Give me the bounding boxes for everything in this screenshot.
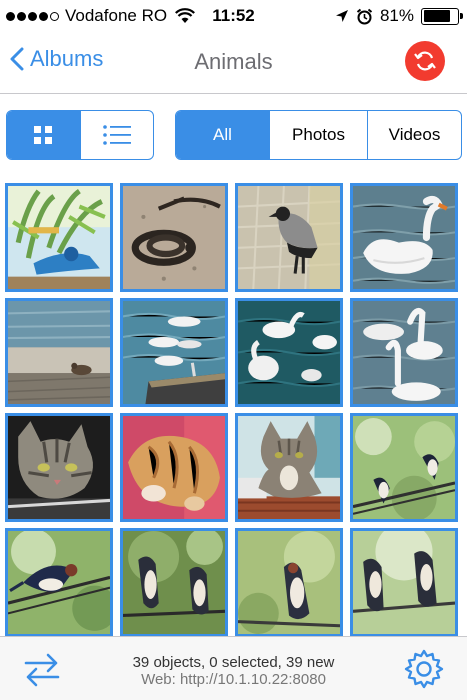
object-count-text: 39 objects, 0 selected, 39 new [132,654,335,671]
photo-thumbnail[interactable] [120,528,228,637]
swallows-branch-icon [123,531,225,634]
photo-thumbnail[interactable] [350,528,458,637]
photo-thumbnail[interactable] [350,298,458,407]
battery-level-fill [423,10,451,22]
list-view-button[interactable] [79,111,154,159]
photo-thumbnail[interactable] [120,298,228,407]
swans-water-icon [238,301,340,404]
refresh-icon [414,51,436,71]
swans-pair-icon [353,301,455,404]
alarm-clock-icon [356,8,373,24]
snake-icon [123,186,225,289]
signal-strength-icon [6,11,59,21]
photo-thumbnail[interactable] [235,183,343,292]
seagulls-boat-icon [123,301,225,404]
photo-thumbnail[interactable] [350,413,458,522]
chevron-left-icon [10,47,24,71]
back-button-label: Albums [30,46,104,71]
back-button[interactable]: Albums [10,46,103,72]
status-right: 81% [335,6,463,26]
transfer-arrows-icon[interactable] [22,649,62,689]
status-left: Vodafone RO [6,6,196,26]
grid-view-button[interactable] [7,111,80,159]
crow-icon [238,186,340,289]
bird-pier-icon [8,301,110,404]
carrier-name: Vodafone RO [65,6,168,25]
swallow-perched-icon [238,531,340,634]
photo-thumbnail[interactable] [5,413,113,522]
wifi-icon [175,8,196,23]
parrot-branch-icon [8,186,110,289]
battery-icon [421,7,463,25]
cat-sitting-icon [238,416,340,519]
status-bar: Vodafone RO 11:52 81% [0,0,467,32]
status-summary: 39 objects, 0 selected, 39 new Web: http… [0,654,467,688]
web-address-text: Web: http://10.1.10.22:8080 [141,671,326,688]
photo-grid [5,183,463,637]
filter-all-button[interactable]: All [176,111,269,159]
swallows-wire-icon [353,416,455,519]
grid-icon [34,126,53,144]
filter-control: All Photos Videos [175,110,462,160]
view-mode-control [6,110,154,160]
sync-button[interactable] [405,41,445,81]
gear-icon[interactable] [403,648,445,690]
photo-thumbnail[interactable] [235,298,343,407]
filter-videos-button[interactable]: Videos [367,111,461,159]
navigation-bar: Albums Animals [0,32,467,94]
tabby-cat-icon [8,416,110,519]
filter-photos-button[interactable]: Photos [269,111,367,159]
photo-thumbnail[interactable] [235,528,343,637]
swallow-icon [8,531,110,634]
photo-thumbnail[interactable] [5,528,113,637]
battery-percent: 81% [379,6,414,25]
photo-thumbnail[interactable] [120,183,228,292]
list-icon [102,125,131,145]
toolbar: All Photos Videos [0,110,467,160]
photo-thumbnail[interactable] [350,183,458,292]
photo-thumbnail[interactable] [120,413,228,522]
bottom-toolbar: 39 objects, 0 selected, 39 new Web: http… [0,636,467,700]
swan-icon [353,186,455,289]
swallows-pair-icon [353,531,455,634]
photo-thumbnail[interactable] [5,298,113,407]
ginger-cat-icon [123,416,225,519]
photo-thumbnail[interactable] [235,413,343,522]
location-arrow-icon [335,10,348,22]
photo-thumbnail[interactable] [5,183,113,292]
